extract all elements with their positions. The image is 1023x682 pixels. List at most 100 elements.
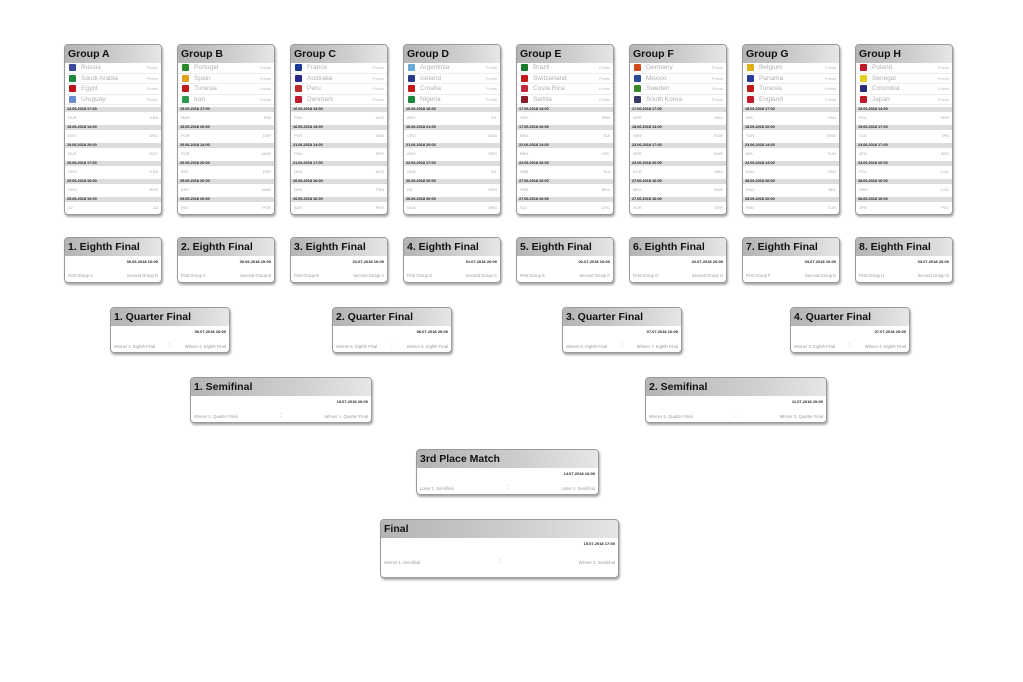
- home-team: POL: [859, 169, 868, 174]
- team-name: Tunesia: [759, 85, 782, 93]
- match-title: 3. Quarter Final: [563, 308, 681, 326]
- away-slot: Second Group F: [579, 273, 610, 278]
- away-team: CRC: [601, 151, 610, 156]
- home-team: MAR: [181, 115, 190, 120]
- group-card: Group C France Points Australia Points Peru Po…: [290, 44, 388, 215]
- jersey-icon: [69, 74, 76, 82]
- home-team: EGY: [68, 133, 77, 138]
- match-date: 03.07.2018 16:00: [804, 259, 836, 264]
- quarter-match-card: 2. Quarter Final 06.07.2018 20:00 Winner 5…: [332, 307, 452, 353]
- points-label: Points: [711, 65, 723, 71]
- away-team: SUI: [603, 169, 610, 174]
- match-title: 8. Eighth Final: [856, 238, 952, 256]
- home-team: SWE: [633, 133, 643, 138]
- away-team: POR: [262, 205, 271, 210]
- home-team: POR: [181, 151, 190, 156]
- match-title: 3rd Place Match: [417, 450, 598, 468]
- team-row: Australia Points: [291, 74, 387, 84]
- match-row: ARG CRO: [404, 148, 500, 159]
- away-team: ENG: [827, 133, 836, 138]
- match-row: CRO NGA: [404, 130, 500, 141]
- home-team: BEL: [746, 115, 754, 120]
- team-name: Serbia: [533, 95, 552, 103]
- home-slot: First Group A: [181, 273, 206, 278]
- team-name: Mexico: [646, 74, 667, 82]
- points-label: Points: [372, 86, 384, 92]
- home-team: RUS: [68, 151, 77, 156]
- team-row: Tunesia Points: [178, 84, 274, 95]
- home-team: TUN: [746, 133, 755, 138]
- team-name: Switzerland: [533, 74, 567, 82]
- jersey-icon: [860, 95, 867, 103]
- points-label: Points: [824, 96, 836, 102]
- match-row: POR MAR: [178, 148, 274, 159]
- match-row: First Group A Second Group B: [178, 273, 274, 278]
- jersey-icon: [295, 95, 302, 103]
- away-slot: Second Group D: [126, 273, 158, 278]
- team-row: Iran Points: [178, 95, 274, 105]
- team-name: Spain: [194, 74, 211, 82]
- points-label: Points: [485, 86, 497, 92]
- team-name: Croatia: [420, 85, 441, 93]
- away-team: SEN: [940, 115, 949, 120]
- team-row: Brazil Points: [517, 63, 613, 74]
- home-team: AUS: [294, 205, 303, 210]
- team-row: Costa Rica Points: [517, 84, 613, 95]
- jersey-icon: [408, 64, 415, 72]
- jersey-icon: [747, 74, 754, 82]
- away-team: CRC: [601, 205, 610, 210]
- away-team: KSA: [149, 169, 158, 174]
- team-name: Nigeria: [420, 95, 441, 103]
- jersey-icon: [521, 74, 528, 82]
- points-label: Points: [824, 86, 836, 92]
- away-team: MEX: [714, 115, 723, 120]
- jersey-icon: [69, 85, 76, 93]
- team-name: England: [759, 95, 783, 103]
- jersey-icon: [182, 85, 189, 93]
- home-team: KOR: [633, 205, 642, 210]
- match-date: 30.06.2018 16:00: [126, 259, 158, 264]
- match-title: 4. Quarter Final: [791, 308, 909, 326]
- away-slot: Winner 2. Eighth Final: [184, 343, 226, 349]
- points-label: Points: [146, 65, 158, 71]
- match-row: FRA AUS: [291, 112, 387, 123]
- home-team: POL: [859, 115, 868, 120]
- home-team: SUI: [520, 205, 527, 210]
- away-team: MAR: [262, 151, 271, 156]
- match-row: ESP MAR: [178, 184, 274, 195]
- away-team: DEN: [375, 133, 384, 138]
- home-team: RUS: [68, 115, 77, 120]
- team-row: Panama Points: [743, 74, 839, 84]
- match-title: 1. Quarter Final: [111, 308, 229, 326]
- team-name: Russia: [81, 64, 101, 72]
- team-row: Iceland Points: [404, 74, 500, 84]
- team-name: Poland: [872, 64, 893, 72]
- points-label: Points: [937, 96, 949, 102]
- match-row: CRC SRB: [517, 112, 613, 123]
- away-slot: Second Group B: [240, 273, 271, 278]
- team-row: England Points: [743, 95, 839, 105]
- jersey-icon: [860, 64, 867, 72]
- match-title: 4. Eighth Final: [404, 238, 500, 256]
- team-row: Nigeria Points: [404, 95, 500, 105]
- home-team: KOR: [633, 169, 642, 174]
- home-team: DEN: [294, 187, 303, 192]
- match-date: 01.07.2018 20:00: [465, 259, 497, 264]
- match-row: GER SWE: [630, 148, 726, 159]
- points-label: Points: [485, 96, 497, 102]
- home-team: ISL: [407, 187, 414, 192]
- points-label: Points: [146, 75, 158, 81]
- jersey-icon: [634, 85, 641, 93]
- match-row: SRB SUI: [517, 166, 613, 177]
- points-label: Points: [372, 75, 384, 81]
- jersey-icon: [295, 64, 302, 72]
- match-date: 15.07.2018 17:00: [583, 541, 615, 546]
- match-date: 10.07.2018 20:00: [336, 399, 368, 404]
- away-team: KOR: [714, 133, 723, 138]
- away-team: POL: [940, 205, 949, 210]
- points-label: Points: [598, 75, 610, 81]
- match-row: TUN ENG: [743, 130, 839, 141]
- match-date: 07.07.2018 20:00: [874, 329, 906, 334]
- match-row: POL COL: [856, 166, 952, 177]
- home-slot: First Group E: [520, 273, 545, 278]
